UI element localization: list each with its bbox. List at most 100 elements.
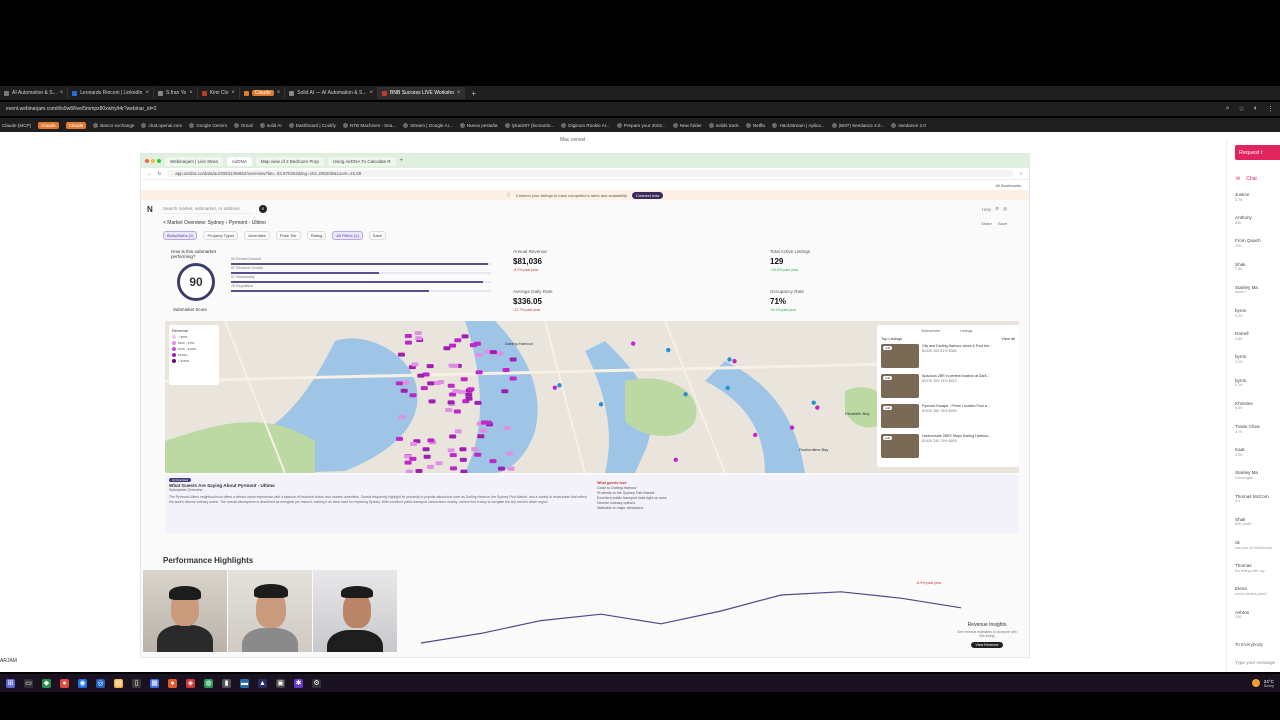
bookmark-item[interactable]: lyhack07 (leonardo... (504, 122, 554, 128)
listing-card[interactable]: Add City and Darling Harbour views & Pool… (881, 344, 1015, 371)
listing-pin[interactable] (447, 383, 455, 388)
bookmark-item[interactable]: chat.openai.com (141, 122, 182, 128)
listing-pin[interactable] (427, 381, 435, 386)
app-icon[interactable]: ◆ (42, 678, 51, 688)
filter-chip[interactable]: Property Types (203, 231, 239, 240)
star-icon[interactable]: ☆ (1238, 105, 1244, 113)
listing-title[interactable]: City and Darling Harbour views & Pool br… (922, 344, 992, 349)
add-listing-button[interactable]: Add (883, 436, 893, 440)
bookmark-item[interactable]: Claude (38, 121, 59, 129)
revenue-map[interactable]: Revenue < $50K $50K - $75K $75K - $100K $10… (165, 321, 1019, 473)
listing-pin[interactable] (450, 466, 458, 471)
listing-card[interactable]: Add Pyrmont Escape - Prime Location Pool … (881, 404, 1015, 431)
listing-pin[interactable] (460, 469, 468, 473)
listing-title[interactable]: Pyrmont Escape - Prime Location Pool a..… (922, 404, 990, 409)
map-poi[interactable] (815, 405, 820, 410)
map-poi[interactable] (732, 359, 737, 364)
browser-tab[interactable]: AI Automation & S... × (0, 87, 69, 99)
listing-pin[interactable] (447, 400, 455, 405)
search-icon[interactable]: ⌕ (259, 205, 267, 213)
bookmark-item[interactable]: HackStream | Aplica... (772, 122, 825, 128)
listing-pin[interactable] (465, 396, 473, 401)
listing-pin[interactable] (414, 331, 422, 336)
browser-tab[interactable]: Solid AI — AI Automation & S... × (285, 87, 379, 99)
listing-pin[interactable] (467, 387, 475, 392)
listing-pin[interactable] (449, 434, 457, 439)
new-tab-icon[interactable]: + (471, 89, 476, 98)
listing-pin[interactable] (427, 464, 435, 469)
chat-input[interactable]: Type your message (1235, 660, 1275, 665)
tab-listings[interactable]: Listings (960, 329, 972, 333)
view-all-link[interactable]: View all (1001, 336, 1015, 341)
listing-pin[interactable] (479, 428, 487, 433)
listing-pin[interactable] (449, 453, 457, 458)
listing-pin[interactable] (489, 459, 497, 464)
listing-card[interactable]: Add Harbourside 2BR2 Steps Darling Harbou… (881, 434, 1015, 461)
listing-pin[interactable] (395, 381, 403, 386)
settings-icon[interactable]: ⚙ (995, 206, 999, 212)
listing-pin[interactable] (422, 447, 430, 452)
listing-pin[interactable] (502, 368, 510, 373)
listing-pin[interactable] (397, 352, 405, 357)
listing-pin[interactable] (465, 392, 473, 397)
add-listing-button[interactable]: Add (883, 376, 893, 380)
connect-now-button[interactable]: Connect now (631, 191, 664, 199)
browser-icon[interactable]: ◎ (96, 678, 105, 688)
bookmark-item[interactable]: Google Gemini (189, 122, 227, 128)
listing-pin[interactable] (475, 370, 483, 375)
listing-pin[interactable] (402, 380, 410, 385)
bookmark-item[interactable]: Dashboard | Coolify (288, 122, 336, 128)
reload-icon[interactable]: ↻ (158, 171, 162, 177)
map-poi[interactable] (666, 347, 671, 353)
listing-card[interactable]: Add Spacious 2BR in perfect location at D… (881, 374, 1015, 401)
listing-pin[interactable] (496, 351, 504, 356)
tab-chat[interactable]: Chat (1246, 176, 1257, 182)
listing-pin[interactable] (477, 434, 485, 439)
browser-tab[interactable]: Claude × (240, 87, 286, 99)
listing-pin[interactable] (509, 376, 517, 381)
bookmark-item[interactable]: Nueva pestaña (459, 122, 498, 128)
listing-pin[interactable] (404, 333, 412, 338)
shared-url[interactable]: app.airdna.co/data/au/30831/96862/overvi… (167, 170, 1013, 177)
request-button[interactable]: Request t (1235, 145, 1280, 160)
shared-tab-airdna[interactable]: AirDNA (226, 156, 252, 166)
bookmark-item[interactable]: New folder (672, 122, 702, 128)
share-button[interactable]: Share (981, 221, 992, 226)
listing-pin[interactable] (417, 373, 425, 378)
bookmark-item[interactable]: (BKP) Seedance 2.0... (831, 122, 884, 128)
bookmark-item[interactable]: solid AI (259, 122, 282, 128)
listing-pin[interactable] (498, 466, 506, 471)
shared-tab[interactable]: Using AirDNA To Calculate R (327, 156, 396, 166)
filter-chip[interactable]: Price Tier (275, 231, 301, 240)
listing-pin[interactable] (420, 386, 428, 391)
app-icon[interactable]: ▦ (150, 678, 159, 688)
listing-pin[interactable] (506, 451, 514, 456)
app-icon[interactable]: ● (168, 678, 177, 688)
file-icon[interactable]: ▯ (132, 678, 141, 688)
listing-pin[interactable] (409, 393, 417, 398)
listing-pin[interactable] (481, 420, 489, 425)
listing-thumbnail[interactable]: Add (881, 434, 919, 458)
bookmark-item[interactable]: Digimon Rookie Ar... (561, 122, 610, 128)
bookmark-item[interactable]: Banco exchange (93, 122, 134, 128)
chat-icon[interactable]: ✉ (1236, 176, 1240, 182)
close-icon[interactable]: × (277, 90, 281, 96)
weather-temp[interactable]: 24°C (1264, 679, 1274, 684)
map-poi[interactable] (673, 457, 678, 463)
filter-chip[interactable]: Rating (306, 231, 327, 240)
add-listing-button[interactable]: Add (883, 406, 893, 410)
save-button[interactable]: Save (998, 221, 1007, 226)
listing-pin[interactable] (501, 389, 509, 394)
listing-pin[interactable] (507, 466, 515, 471)
listing-pin[interactable] (459, 447, 467, 452)
listing-pin[interactable] (443, 346, 451, 351)
listing-pin[interactable] (426, 364, 434, 369)
map-poi[interactable] (683, 392, 688, 397)
listing-pin[interactable] (451, 364, 459, 369)
close-icon[interactable]: × (189, 90, 193, 96)
add-listing-button[interactable]: Add (883, 346, 893, 350)
listing-pin[interactable] (405, 469, 413, 473)
listing-title[interactable]: Harbourside 2BR2 Steps Darling Harbour..… (922, 434, 991, 439)
listing-pin[interactable] (410, 442, 418, 447)
filter-chip[interactable]: Beds/Baths (1) (163, 231, 198, 240)
